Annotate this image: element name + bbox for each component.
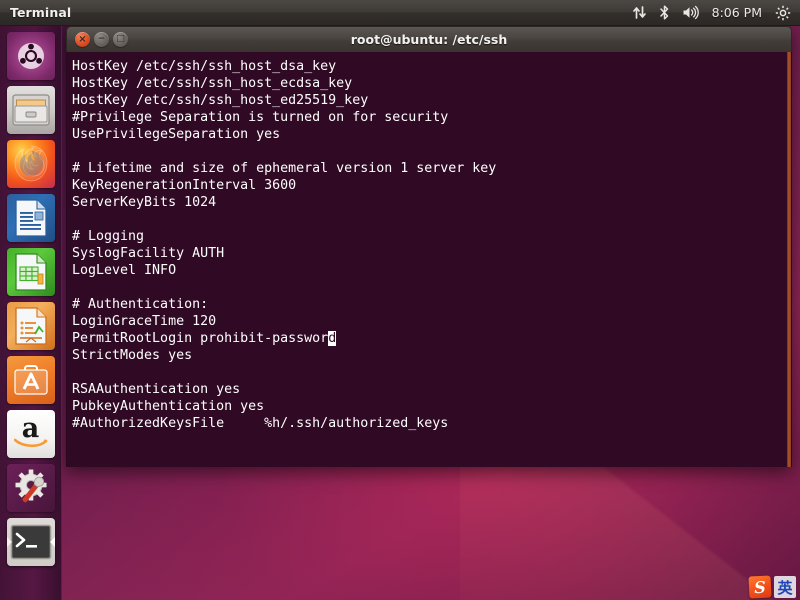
terminal-icon [10, 524, 51, 560]
launcher-item-libreoffice-calc[interactable] [6, 248, 55, 296]
panel-app-name[interactable]: Terminal [0, 5, 71, 20]
terminal-line: KeyRegenerationInterval 3600 [72, 178, 297, 193]
terminal-line: #Privilege Separation is turned on for s… [72, 110, 449, 125]
window-title: root@ubuntu: /etc/ssh [350, 32, 508, 47]
terminal-line: LoginGraceTime 120 [72, 314, 217, 329]
close-icon: × [78, 33, 87, 45]
amazon-icon: a [11, 415, 51, 452]
gear-wrench-icon [15, 469, 46, 503]
terminal-cursor: d [328, 331, 337, 346]
terminal-window[interactable]: × − □ root@ubuntu: /etc/ssh HostKey /etc… [66, 26, 792, 467]
maximize-icon: □ [116, 34, 125, 44]
terminal-line: LogLevel INFO [72, 263, 177, 278]
terminal-line: UsePrivilegeSeparation yes [72, 127, 281, 142]
terminal-line: HostKey /etc/ssh/ssh_host_ed25519_key [72, 93, 369, 108]
unity-launcher: a [0, 26, 62, 600]
terminal-line: RSAAuthentication yes [72, 382, 241, 397]
sogou-ime-indicator[interactable]: S 英 [748, 575, 796, 599]
focused-indicator-right [49, 537, 55, 547]
terminal-line: # Authentication: [72, 297, 209, 312]
launcher-item-amazon[interactable]: a [6, 410, 55, 458]
software-center-icon [13, 365, 48, 395]
terminal-titlebar[interactable]: × − □ root@ubuntu: /etc/ssh [66, 26, 792, 52]
launcher-item-libreoffice-impress[interactable] [6, 302, 55, 350]
terminal-line: # Lifetime and size of ephemeral version… [72, 161, 497, 176]
terminal-line: # Logging [72, 229, 145, 244]
minimize-button[interactable]: − [94, 32, 109, 47]
bluetooth-icon[interactable] [658, 0, 671, 26]
firefox-icon [14, 145, 47, 182]
running-indicator-left [6, 537, 12, 547]
terminal-output: HostKey /etc/ssh/ssh_host_dsa_key HostKey… [72, 58, 791, 432]
terminal-line: StrictModes yes [72, 348, 193, 363]
system-tray: 8:06 PM [632, 0, 800, 26]
ubuntu-logo-icon [17, 43, 44, 69]
document-icon [14, 199, 47, 237]
top-panel: Terminal 8:06 PM [0, 0, 800, 26]
presentation-icon [14, 307, 47, 345]
network-icon[interactable] [632, 0, 647, 26]
terminal-line: HostKey /etc/ssh/ssh_host_ecdsa_key [72, 76, 353, 91]
terminal-line: ServerKeyBits 1024 [72, 195, 217, 210]
sogou-logo-icon[interactable]: S [748, 575, 772, 599]
launcher-item-libreoffice-writer[interactable] [6, 194, 55, 242]
launcher-item-system-settings[interactable] [6, 464, 55, 512]
system-menu-icon[interactable] [775, 0, 791, 26]
file-cabinet-icon [11, 94, 50, 126]
terminal-line: SyslogFacility AUTH [72, 246, 225, 261]
ime-mode-indicator[interactable]: 英 [774, 576, 796, 598]
maximize-button[interactable]: □ [113, 32, 128, 47]
clock[interactable]: 8:06 PM [710, 5, 764, 20]
launcher-item-files[interactable] [6, 86, 55, 134]
spreadsheet-icon [14, 253, 47, 291]
launcher-item-terminal[interactable] [6, 518, 55, 566]
close-button[interactable]: × [75, 32, 90, 47]
terminal-line: PubkeyAuthentication yes [72, 399, 265, 414]
terminal-line: HostKey /etc/ssh/ssh_host_dsa_key [72, 59, 337, 74]
volume-icon[interactable] [682, 0, 699, 26]
terminal-line: PermitRootLogin prohibit-password [72, 331, 337, 346]
launcher-item-firefox[interactable] [6, 140, 55, 188]
launcher-item-ubuntu-dash[interactable] [6, 32, 55, 80]
minimize-icon: − [97, 34, 106, 44]
terminal-line: #AuthorizedKeysFile %h/.ssh/authorized_k… [72, 416, 449, 431]
launcher-item-ubuntu-software[interactable] [6, 356, 55, 404]
terminal-body[interactable]: HostKey /etc/ssh/ssh_host_dsa_key HostKey… [66, 52, 792, 467]
